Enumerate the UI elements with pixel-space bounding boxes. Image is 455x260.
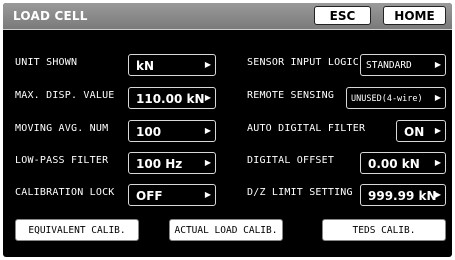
- moving-avg-num-select[interactable]: 100 ▶: [128, 120, 216, 142]
- auto-digital-filter-label: AUTO DIGITAL FILTER: [247, 123, 366, 134]
- unit-shown-select[interactable]: kN ▶: [128, 54, 216, 76]
- calibration-lock-label: CALIBRATION LOCK: [15, 187, 115, 198]
- triangle-right-icon: ▶: [434, 158, 441, 167]
- dz-limit-setting-value: 999.99 kN: [368, 189, 437, 203]
- home-button[interactable]: HOME: [383, 6, 446, 25]
- page-title: LOAD CELL: [13, 9, 88, 23]
- auto-digital-filter-value: ON: [404, 125, 425, 139]
- triangle-right-icon: ▶: [434, 190, 441, 199]
- low-pass-filter-select[interactable]: 100 Hz ▶: [128, 152, 216, 174]
- low-pass-filter-value: 100 Hz: [136, 157, 183, 171]
- unit-shown-label: UNIT SHOWN: [15, 57, 78, 68]
- teds-calib-button[interactable]: TEDS CALIB.: [322, 219, 446, 241]
- load-cell-screen: LOAD CELL ESC HOME UNIT SHOWN kN ▶ MAX. …: [3, 3, 452, 257]
- digital-offset-value: 0.00 kN: [368, 157, 420, 171]
- dz-limit-setting-select[interactable]: 999.99 kN ▶: [360, 184, 446, 206]
- calibration-lock-value: OFF: [136, 189, 163, 203]
- triangle-right-icon: ▶: [204, 126, 211, 135]
- max-disp-value-select[interactable]: 110.00 kN ▶: [128, 87, 216, 109]
- sensor-input-logic-select[interactable]: STANDARD ▶: [360, 54, 446, 76]
- low-pass-filter-label: LOW-PASS FILTER: [15, 155, 109, 166]
- moving-avg-num-value: 100: [136, 125, 162, 139]
- sensor-input-logic-value: STANDARD: [366, 60, 412, 71]
- triangle-right-icon: ▶: [204, 60, 211, 69]
- esc-button[interactable]: ESC: [314, 6, 371, 25]
- triangle-right-icon: ▶: [204, 93, 211, 102]
- remote-sensing-value: UNUSED(4-wire): [351, 94, 423, 104]
- equivalent-calib-button[interactable]: EQUIVALENT CALIB.: [15, 219, 139, 241]
- max-disp-value-value: 110.00 kN: [136, 92, 205, 106]
- calibration-lock-select[interactable]: OFF ▶: [128, 184, 216, 206]
- digital-offset-select[interactable]: 0.00 kN ▶: [360, 152, 446, 174]
- triangle-right-icon: ▶: [434, 93, 441, 102]
- remote-sensing-select[interactable]: UNUSED(4-wire) ▶: [346, 87, 446, 109]
- max-disp-value-label: MAX. DISP. VALUE: [15, 90, 115, 101]
- remote-sensing-label: REMOTE SENSING: [247, 90, 335, 101]
- dz-limit-setting-label: D/Z LIMIT SETTING: [247, 187, 353, 198]
- sensor-input-logic-label: SENSOR INPUT LOGIC: [247, 57, 359, 68]
- triangle-right-icon: ▶: [434, 126, 441, 135]
- title-bar: LOAD CELL ESC HOME: [3, 3, 452, 30]
- actual-load-calib-button[interactable]: ACTUAL LOAD CALIB.: [169, 219, 283, 241]
- triangle-right-icon: ▶: [434, 60, 441, 69]
- auto-digital-filter-select[interactable]: ON ▶: [396, 120, 446, 142]
- digital-offset-label: DIGITAL OFFSET: [247, 155, 335, 166]
- moving-avg-num-label: MOVING AVG. NUM: [15, 123, 109, 134]
- unit-shown-value: kN: [136, 59, 155, 73]
- triangle-right-icon: ▶: [204, 158, 211, 167]
- triangle-right-icon: ▶: [204, 190, 211, 199]
